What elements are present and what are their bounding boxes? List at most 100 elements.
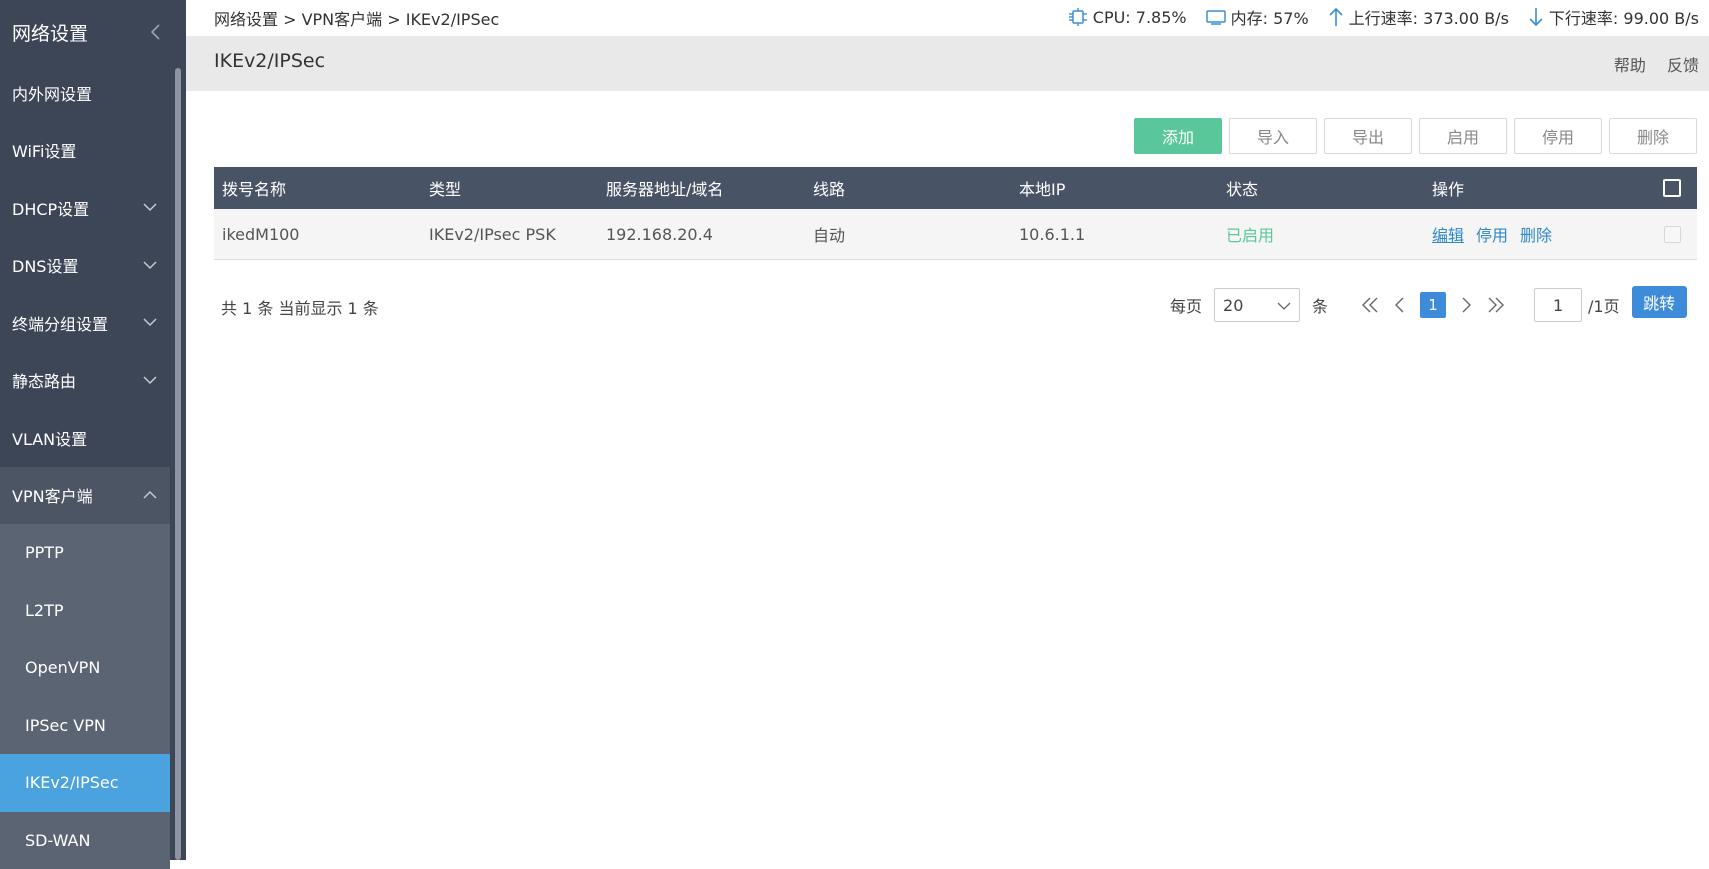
cell-dial-name: ikedM100 bbox=[214, 209, 421, 259]
next-page-icon[interactable] bbox=[1460, 295, 1474, 315]
cell-status: 已启用 bbox=[1218, 209, 1424, 259]
enable-button[interactable]: 启用 bbox=[1419, 118, 1507, 154]
first-page-icon[interactable] bbox=[1360, 295, 1380, 315]
breadcrumb: 网络设置 > VPN客户端 > IKEv2/IPSec bbox=[214, 6, 499, 30]
chevron-down-icon bbox=[142, 374, 158, 386]
vpn-submenu: PPTP L2TP OpenVPN IPSec VPN IKEv2/IPSec … bbox=[0, 524, 170, 869]
cpu-icon bbox=[1067, 7, 1089, 27]
help-link[interactable]: 帮助 bbox=[1614, 56, 1646, 75]
sidebar-item-ikev2-ipsec[interactable]: IKEv2/IPSec bbox=[0, 754, 170, 812]
sidebar-item-label: IPSec VPN bbox=[25, 716, 106, 735]
sidebar-scrollbar[interactable] bbox=[175, 68, 181, 860]
collapse-sidebar-icon[interactable] bbox=[148, 22, 164, 42]
sidebar-item-label: 终端分组设置 bbox=[12, 311, 108, 335]
cell-server: 192.168.20.4 bbox=[598, 209, 805, 259]
sidebar-item-label: DNS设置 bbox=[12, 253, 78, 277]
edit-link[interactable]: 编辑 bbox=[1432, 222, 1464, 246]
row-checkbox[interactable] bbox=[1664, 226, 1681, 243]
cell-local-ip: 10.6.1.1 bbox=[1011, 209, 1218, 259]
header-status[interactable]: 状态 bbox=[1218, 167, 1424, 209]
sidebar-item-openvpn[interactable]: OpenVPN bbox=[0, 639, 170, 697]
sidebar-item-label: DHCP设置 bbox=[12, 196, 89, 220]
chevron-down-icon bbox=[142, 201, 158, 213]
per-page-label: 每页 bbox=[1170, 293, 1202, 317]
download-value: 下行速率: 99.00 B/s bbox=[1549, 5, 1699, 29]
per-page-unit: 条 bbox=[1312, 293, 1328, 317]
page-title: IKEv2/IPSec bbox=[214, 50, 325, 72]
topbar: 网络设置 > VPN客户端 > IKEv2/IPSec CPU: 7.85% 内… bbox=[186, 0, 1709, 34]
delete-link[interactable]: 删除 bbox=[1520, 222, 1552, 246]
jump-page-input[interactable]: 1 bbox=[1534, 288, 1582, 322]
record-summary: 共 1 条 当前显示 1 条 bbox=[221, 295, 379, 319]
sidebar-item-dhcp[interactable]: DHCP设置 bbox=[0, 179, 170, 237]
upload-value: 上行速率: 373.00 B/s bbox=[1349, 5, 1509, 29]
connection-table: 拨号名称 类型 服务器地址/域名 线路 本地IP 状态 操作 ikedM100 … bbox=[214, 167, 1697, 260]
cell-select bbox=[1631, 209, 1697, 259]
sidebar-item-label: L2TP bbox=[25, 601, 64, 620]
sidebar-item-label: WiFi设置 bbox=[12, 138, 76, 162]
sidebar-item-ipsec-vpn[interactable]: IPSec VPN bbox=[0, 697, 170, 755]
system-stats: CPU: 7.85% 内存: 57% 上行速率: 373.00 B/s 下行速率… bbox=[1049, 5, 1699, 29]
sidebar-item-static-route[interactable]: 静态路由 bbox=[0, 352, 170, 410]
per-page-value: 20 bbox=[1223, 296, 1243, 315]
cell-line: 自动 bbox=[805, 209, 1011, 259]
cpu-stat: CPU: 7.85% bbox=[1067, 7, 1187, 27]
sidebar-item-terminal-group[interactable]: 终端分组设置 bbox=[0, 294, 170, 352]
export-button[interactable]: 导出 bbox=[1324, 118, 1412, 154]
add-button[interactable]: 添加 bbox=[1134, 118, 1222, 154]
disable-link[interactable]: 停用 bbox=[1476, 222, 1508, 246]
sidebar-item-sd-wan[interactable]: SD-WAN bbox=[0, 812, 170, 869]
per-page-select[interactable]: 20 bbox=[1214, 288, 1300, 322]
sidebar-item-label: VPN客户端 bbox=[12, 483, 93, 507]
prev-page-icon[interactable] bbox=[1392, 295, 1406, 315]
pagination: 每页 20 条 1 1 /1页 跳转 bbox=[1170, 288, 1687, 322]
chevron-down-icon bbox=[142, 259, 158, 271]
total-pages: /1页 bbox=[1588, 293, 1620, 317]
header-type[interactable]: 类型 bbox=[421, 167, 598, 209]
disable-button[interactable]: 停用 bbox=[1514, 118, 1602, 154]
header-server[interactable]: 服务器地址/域名 bbox=[598, 167, 805, 209]
header-select-all bbox=[1631, 167, 1697, 209]
select-all-checkbox[interactable] bbox=[1663, 179, 1681, 197]
chevron-down-icon bbox=[1277, 301, 1291, 311]
import-button[interactable]: 导入 bbox=[1229, 118, 1317, 154]
header-dial-name[interactable]: 拨号名称 bbox=[214, 167, 421, 209]
download-stat: 下行速率: 99.00 B/s bbox=[1527, 5, 1699, 29]
sidebar-item-label: 静态路由 bbox=[12, 368, 76, 392]
sidebar-item-vpn-client[interactable]: VPN客户端 bbox=[0, 467, 170, 525]
feedback-link[interactable]: 反馈 bbox=[1667, 56, 1699, 75]
sidebar-item-label: OpenVPN bbox=[25, 658, 100, 677]
sidebar-item-label: 内外网设置 bbox=[12, 81, 92, 105]
header-local-ip[interactable]: 本地IP bbox=[1011, 167, 1218, 209]
status-badge: 已启用 bbox=[1226, 222, 1274, 246]
page-header: IKEv2/IPSec 帮助 反馈 bbox=[186, 36, 1709, 91]
sidebar-title: 网络设置 bbox=[0, 0, 170, 64]
header-links: 帮助 反馈 bbox=[1598, 52, 1699, 76]
sidebar-item-pptp[interactable]: PPTP bbox=[0, 524, 170, 582]
sidebar-item-label: IKEv2/IPSec bbox=[25, 773, 119, 792]
arrow-up-icon bbox=[1327, 6, 1345, 28]
sidebar-item-vlan[interactable]: VLAN设置 bbox=[0, 409, 170, 467]
header-line[interactable]: 线路 bbox=[805, 167, 1011, 209]
last-page-icon[interactable] bbox=[1486, 295, 1506, 315]
delete-button[interactable]: 删除 bbox=[1609, 118, 1697, 154]
sidebar-item-label: VLAN设置 bbox=[12, 426, 87, 450]
cell-operations: 编辑 停用 删除 bbox=[1424, 209, 1631, 259]
sidebar-item-dns[interactable]: DNS设置 bbox=[0, 237, 170, 295]
upload-stat: 上行速率: 373.00 B/s bbox=[1327, 5, 1509, 29]
jump-button[interactable]: 跳转 bbox=[1632, 286, 1687, 318]
cell-type: IKEv2/IPsec PSK bbox=[421, 209, 598, 259]
sidebar-item-wifi[interactable]: WiFi设置 bbox=[0, 122, 170, 180]
memory-value: 内存: 57% bbox=[1231, 5, 1309, 29]
sidebar-item-label: SD-WAN bbox=[25, 831, 90, 850]
sidebar-item-lan-wan[interactable]: 内外网设置 bbox=[0, 64, 170, 122]
current-page-button[interactable]: 1 bbox=[1420, 292, 1446, 318]
chevron-up-icon bbox=[142, 489, 158, 501]
memory-icon bbox=[1205, 7, 1227, 27]
sidebar-item-l2tp[interactable]: L2TP bbox=[0, 582, 170, 640]
header-operations: 操作 bbox=[1424, 167, 1631, 209]
sidebar-item-label: PPTP bbox=[25, 543, 64, 562]
table-row: ikedM100 IKEv2/IPsec PSK 192.168.20.4 自动… bbox=[214, 209, 1697, 260]
memory-stat: 内存: 57% bbox=[1205, 5, 1309, 29]
sidebar: 网络设置 内外网设置 WiFi设置 DHCP设置 DNS设置 终端分组设置 静态… bbox=[0, 0, 186, 860]
